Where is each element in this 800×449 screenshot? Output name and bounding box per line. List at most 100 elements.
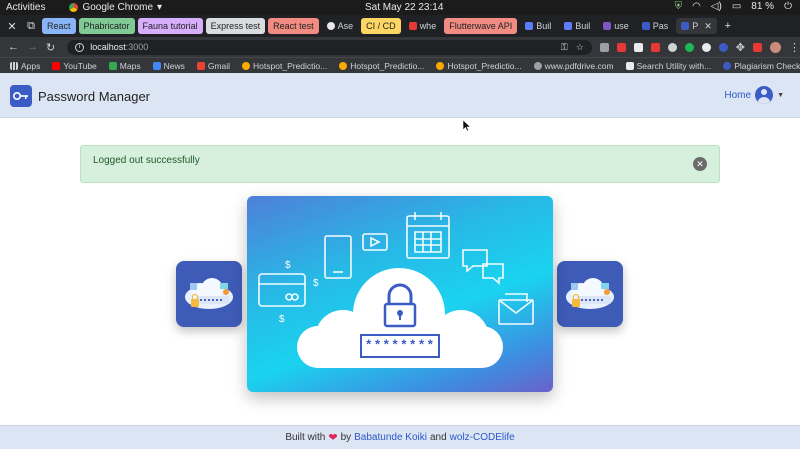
cloud-storage-illustration (176, 261, 242, 327)
tab-group-react-test[interactable]: React test (268, 18, 319, 34)
doc-icon (564, 22, 573, 30)
browser-toolbar: ← → ↻ i localhost:3000 ⚿ ☆ ✥ ⋮ (0, 37, 800, 57)
tab-pas[interactable]: Pas (637, 18, 674, 34)
bookmark-hotspot-1[interactable]: Hotspot_Predictio... (242, 61, 327, 71)
tab-active-password-manager[interactable]: P ✕ (676, 18, 717, 34)
colab-icon (242, 61, 251, 70)
svg-text:$: $ (285, 260, 291, 271)
puzzle-icon[interactable]: ✥ (736, 41, 745, 54)
coauthor-link[interactable]: wolz-CODElife (450, 432, 515, 443)
footer-by: by (340, 432, 352, 443)
chevron-down-icon: ▾ (157, 2, 163, 13)
brand[interactable]: Password Manager (10, 85, 150, 107)
tab-strip: ✕ ⧉ React Phabricator Fauna tutorial Exp… (0, 15, 800, 37)
tab-whe[interactable]: whe (404, 18, 442, 34)
star-icon[interactable]: ☆ (576, 42, 584, 53)
activities-button[interactable]: Activities (6, 2, 45, 13)
chrome-icon (69, 3, 79, 12)
tab-use[interactable]: use (598, 18, 634, 34)
app-navbar: Password Manager Home ▼ (0, 73, 800, 118)
favicon-icon (603, 22, 612, 30)
info-icon: i (75, 42, 85, 52)
shield-icon: ⛨ (674, 1, 683, 12)
chevron-down-icon[interactable]: ▼ (777, 92, 784, 99)
restore-window-icon[interactable]: ⧉ (23, 20, 39, 33)
extension-icon[interactable] (684, 42, 694, 52)
heart-icon: ❤ (328, 432, 338, 444)
wifi-icon: ◠ (692, 1, 701, 12)
tab-group-express[interactable]: Express test (205, 18, 266, 34)
youtube-icon (52, 61, 61, 70)
app-name: Google Chrome (82, 2, 154, 13)
system-tray[interactable]: ⛨ ◠ ◁) ▭ 81 % ⏻ (675, 1, 792, 12)
forward-icon[interactable]: → (27, 41, 38, 53)
app-menu[interactable]: Google Chrome ▾ (69, 2, 162, 13)
maps-icon (108, 61, 117, 70)
profile-avatar[interactable] (770, 41, 781, 53)
globe-icon (533, 61, 542, 70)
success-alert: Logged out successfully ✕ (80, 145, 720, 183)
bookmark-hotspot-2[interactable]: Hotspot_Predictio... (339, 61, 424, 71)
close-tab-icon[interactable]: ✕ (704, 21, 712, 32)
tab-group-flutterwave[interactable]: Flutterwave API (444, 18, 518, 34)
extension-icon[interactable] (667, 42, 677, 52)
extension-icon[interactable] (753, 42, 762, 52)
footer-and: and (429, 432, 447, 443)
tab-group-phabricator[interactable]: Phabricator (78, 18, 135, 34)
new-tab-button[interactable]: + (720, 20, 736, 32)
address-bar[interactable]: i localhost:3000 ⚿ ☆ (67, 39, 592, 55)
colab-icon (339, 61, 348, 70)
gmail-icon (196, 61, 205, 70)
footer: Built with ❤ by Babatunde Koiki and wolz… (0, 425, 800, 449)
back-icon[interactable]: ← (8, 41, 19, 53)
user-avatar-icon[interactable] (755, 86, 774, 104)
footer-prefix: Built with (285, 432, 326, 443)
tab-group-fauna[interactable]: Fauna tutorial (137, 18, 203, 34)
password-mask: ******** (364, 338, 436, 353)
nav-right: Home ▼ (724, 86, 784, 104)
tab-group-react[interactable]: React (42, 18, 76, 34)
extension-icon[interactable] (599, 42, 609, 52)
extension-icon[interactable] (633, 42, 643, 52)
extension-icon[interactable] (650, 42, 660, 52)
extension-icon[interactable] (616, 42, 626, 52)
tab-buil-2[interactable]: Buil (559, 18, 595, 34)
bookmark-maps[interactable]: Maps (108, 61, 141, 71)
bookmark-news[interactable]: News (152, 61, 185, 71)
bookmark-apps[interactable]: Apps (10, 61, 40, 71)
bookmark-hotspot-3[interactable]: Hotspot_Predictio... (436, 61, 522, 71)
favicon-icon (408, 22, 417, 30)
link-icon (625, 61, 634, 70)
mouse-cursor-icon (463, 120, 471, 132)
bookmark-plagiarism[interactable]: Plagiarism Checke... (723, 61, 800, 71)
key-icon[interactable]: ⚿ (561, 42, 568, 53)
brand-title: Password Manager (38, 88, 150, 104)
bookmark-youtube[interactable]: YouTube (52, 61, 97, 71)
close-icon[interactable]: ✕ (693, 157, 707, 171)
doc-icon (525, 22, 534, 30)
kebab-menu-icon[interactable]: ⋮ (789, 41, 800, 54)
extension-icon[interactable] (701, 42, 711, 52)
key-icon (681, 22, 690, 30)
home-link[interactable]: Home (724, 90, 751, 101)
extension-icon[interactable] (718, 42, 728, 52)
apps-grid-icon (10, 61, 18, 70)
favicon-icon (723, 61, 732, 70)
author-link[interactable]: Babatunde Koiki (354, 432, 427, 443)
reload-icon[interactable]: ↻ (46, 41, 55, 54)
news-icon (152, 61, 161, 70)
power-icon: ⏻ (784, 1, 792, 12)
tab-ase[interactable]: Ase (322, 18, 359, 34)
tab-buil-1[interactable]: Buil (520, 18, 556, 34)
video-icon (362, 233, 388, 251)
bookmark-gmail[interactable]: Gmail (196, 61, 230, 71)
url-host: localhost (90, 42, 126, 52)
credit-card-icon (258, 273, 306, 307)
close-window-icon[interactable]: ✕ (4, 20, 20, 33)
clock[interactable]: Sat May 22 23:14 (365, 2, 443, 13)
key-icon (641, 22, 650, 30)
bookmark-search-utility[interactable]: Search Utility with... (625, 61, 711, 71)
url-port: :3000 (125, 42, 149, 52)
tab-group-cicd[interactable]: CI / CD (361, 18, 401, 34)
bookmark-pdfdrive[interactable]: www.pdfdrive.com (533, 61, 614, 71)
